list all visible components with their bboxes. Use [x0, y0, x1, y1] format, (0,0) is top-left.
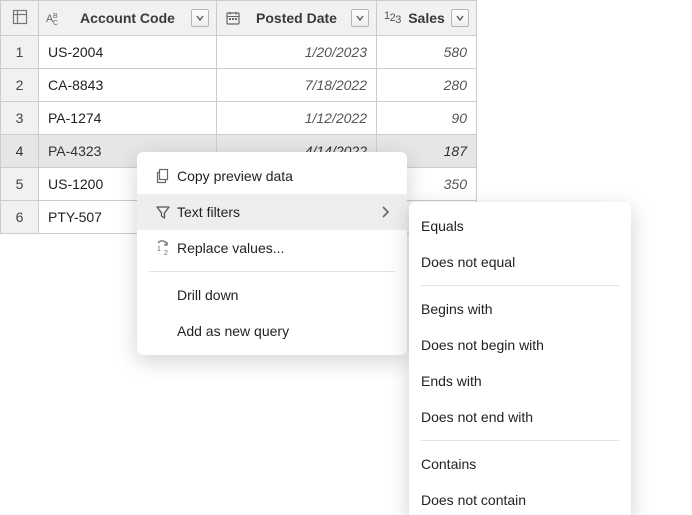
column-label: Account Code — [68, 10, 187, 26]
menu-item-label: Replace values... — [177, 240, 375, 256]
row-number[interactable]: 2 — [1, 69, 39, 102]
menu-item-ends-with[interactable]: Ends with — [409, 363, 631, 399]
column-label: Sales — [406, 10, 447, 26]
table-row[interactable]: 3 PA-1274 1/12/2022 90 — [1, 102, 477, 135]
copy-icon — [149, 167, 177, 185]
column-header-sales[interactable]: 123 Sales — [377, 1, 477, 36]
filter-dropdown-icon[interactable] — [451, 9, 469, 27]
cell-account-code[interactable]: US-2004 — [40, 37, 215, 67]
filter-dropdown-icon[interactable] — [351, 9, 369, 27]
menu-item-label: Does not end with — [421, 409, 613, 425]
column-header-account-code[interactable]: ABC Account Code — [39, 1, 217, 36]
cell-sales[interactable]: 280 — [378, 70, 475, 100]
menu-item-does-not-equal[interactable]: Does not equal — [409, 244, 631, 280]
menu-item-does-not-end-with[interactable]: Does not end with — [409, 399, 631, 435]
menu-item-label: Begins with — [421, 301, 613, 317]
replace-icon: 12 — [149, 239, 177, 257]
row-number[interactable]: 5 — [1, 168, 39, 201]
menu-separator — [421, 440, 619, 441]
corner-cell[interactable] — [1, 1, 39, 36]
menu-item-label: Ends with — [421, 373, 613, 389]
menu-separator — [149, 271, 395, 272]
menu-item-begins-with[interactable]: Begins with — [409, 291, 631, 327]
menu-item-does-not-begin-with[interactable]: Does not begin with — [409, 327, 631, 363]
menu-item-copy-preview-data[interactable]: Copy preview data — [137, 158, 407, 194]
column-label: Posted Date — [246, 10, 347, 26]
menu-item-label: Copy preview data — [177, 168, 375, 184]
table-row[interactable]: 2 CA-8843 7/18/2022 280 — [1, 69, 477, 102]
svg-text:2: 2 — [164, 250, 168, 257]
table-row[interactable]: 1 US-2004 1/20/2023 580 — [1, 36, 477, 69]
menu-item-label: Text filters — [177, 204, 375, 220]
cell-posted-date[interactable]: 1/12/2022 — [218, 103, 375, 133]
menu-item-label: Equals — [421, 218, 613, 234]
svg-text:1: 1 — [157, 246, 161, 253]
menu-item-contains[interactable]: Contains — [409, 446, 631, 482]
menu-item-drill-down[interactable]: Drill down — [137, 277, 407, 313]
row-number[interactable]: 1 — [1, 36, 39, 69]
column-header-posted-date[interactable]: Posted Date — [217, 1, 377, 36]
context-menu: Copy preview data Text filters 12 Replac… — [137, 152, 407, 355]
cell-sales[interactable]: 90 — [378, 103, 475, 133]
cell-account-code[interactable]: PA-1274 — [40, 103, 215, 133]
text-filters-submenu: Equals Does not equal Begins with Does n… — [409, 202, 631, 515]
menu-item-label: Contains — [421, 456, 613, 472]
row-number[interactable]: 3 — [1, 102, 39, 135]
menu-item-add-as-new-query[interactable]: Add as new query — [137, 313, 407, 349]
app-viewport: ABC Account Code Posted Date — [0, 0, 692, 515]
cell-sales[interactable]: 580 — [378, 37, 475, 67]
menu-item-label: Does not contain — [421, 492, 613, 508]
cell-posted-date[interactable]: 1/20/2023 — [218, 37, 375, 67]
date-type-icon — [224, 10, 242, 26]
filter-icon — [149, 203, 177, 221]
filter-dropdown-icon[interactable] — [191, 9, 209, 27]
menu-item-does-not-contain[interactable]: Does not contain — [409, 482, 631, 515]
menu-separator — [421, 285, 619, 286]
number-type-icon: 123 — [384, 12, 402, 24]
row-number[interactable]: 4 — [1, 135, 39, 168]
menu-item-equals[interactable]: Equals — [409, 208, 631, 244]
cell-account-code[interactable]: CA-8843 — [40, 70, 215, 100]
text-type-icon: ABC — [46, 10, 64, 26]
menu-item-label: Does not equal — [421, 254, 613, 270]
table-icon — [12, 9, 28, 25]
menu-item-label: Add as new query — [177, 323, 375, 339]
menu-item-text-filters[interactable]: Text filters — [137, 194, 407, 230]
row-number[interactable]: 6 — [1, 201, 39, 234]
svg-text:B: B — [53, 13, 58, 20]
svg-text:C: C — [53, 20, 58, 26]
menu-item-replace-values[interactable]: 12 Replace values... — [137, 230, 407, 266]
cell-posted-date[interactable]: 7/18/2022 — [218, 70, 375, 100]
menu-item-label: Does not begin with — [421, 337, 613, 353]
menu-item-label: Drill down — [177, 287, 375, 303]
chevron-right-icon — [375, 206, 389, 218]
